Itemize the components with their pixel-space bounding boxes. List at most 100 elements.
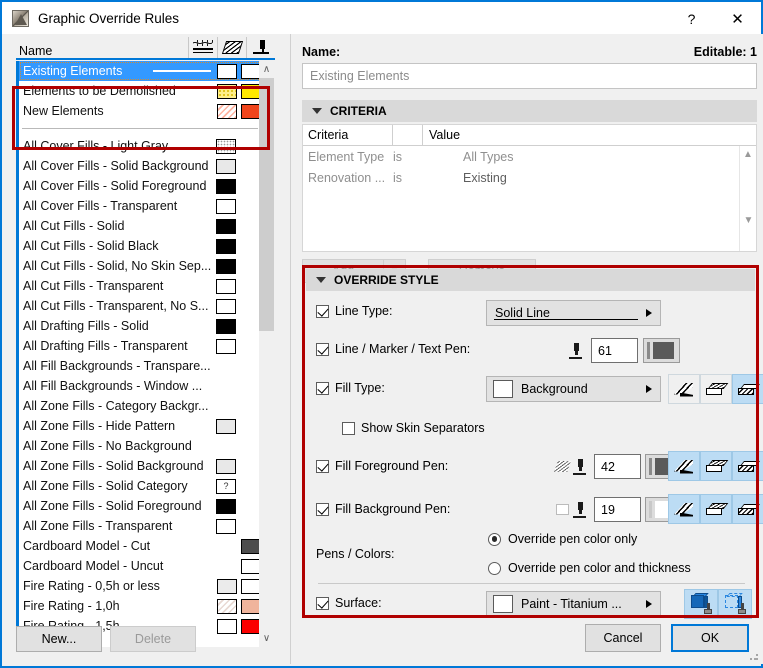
fill-type-dropdown[interactable]: Background [486, 376, 661, 402]
column-header-line-types[interactable] [188, 37, 217, 58]
rule-swatch[interactable] [216, 218, 236, 234]
rule-list-item[interactable]: Elements to be Demolished [19, 81, 264, 101]
rule-swatch[interactable] [217, 103, 237, 119]
rule-list-item[interactable]: All Cut Fills - Solid [19, 216, 264, 236]
rule-list-item[interactable]: All Zone Fills - Category Backgr... [19, 396, 264, 416]
rule-list-item[interactable]: All Cut Fills - Transparent [19, 276, 264, 296]
rule-swatch[interactable] [216, 458, 236, 474]
rule-swatch[interactable] [217, 578, 237, 594]
rule-swatch[interactable] [241, 103, 261, 119]
rule-swatch[interactable] [216, 238, 236, 254]
fill-type-checkbox[interactable] [316, 381, 329, 395]
rule-list-item[interactable]: All Zone Fills - Solid Background [19, 456, 264, 476]
column-header-pen[interactable] [246, 37, 275, 58]
resize-grip[interactable] [749, 651, 759, 661]
criteria-row[interactable]: Element Type is All Types [303, 146, 756, 167]
rule-swatch[interactable] [241, 558, 261, 574]
rule-list-item[interactable]: Existing Elements [19, 61, 264, 81]
surface-paint-outline-button[interactable] [718, 589, 752, 619]
rule-name-input[interactable]: Existing Elements [302, 63, 757, 89]
rule-swatch[interactable] [216, 318, 236, 334]
override-pen-color-only-radio[interactable] [488, 532, 501, 546]
criteria-row[interactable]: Renovation ... is Existing [303, 167, 756, 188]
rule-list-item[interactable]: All Drafting Fills - Solid [19, 316, 264, 336]
line-type-checkbox[interactable] [316, 304, 329, 318]
rule-list-item[interactable]: All Cut Fills - Transparent, No S... [19, 296, 264, 316]
fill-type-cover-button[interactable] [700, 374, 732, 404]
rule-list-item[interactable]: New Elements [19, 101, 264, 121]
line-pen-checkbox[interactable] [316, 342, 329, 356]
delete-button[interactable]: Delete [110, 626, 196, 652]
surface-dropdown[interactable]: Paint - Titanium ... [486, 591, 661, 617]
rule-list-item[interactable]: Cardboard Model - Cut [19, 536, 264, 556]
rule-list-item[interactable]: All Zone Fills - Hide Pattern [19, 416, 264, 436]
line-pen-color-swatch[interactable] [643, 338, 680, 363]
column-header-fills[interactable] [217, 37, 246, 58]
help-icon[interactable]: ? [669, 2, 714, 36]
rule-list-item[interactable]: All Zone Fills - Solid Foreground [19, 496, 264, 516]
rule-list-item[interactable]: All Drafting Fills - Transparent [19, 336, 264, 356]
pens-colors-option-0[interactable]: Override pen color only [488, 532, 637, 546]
line-pen-number-input[interactable]: 61 [591, 338, 638, 363]
override-pen-color-thickness-radio[interactable] [488, 561, 501, 575]
rule-swatch[interactable] [217, 618, 237, 634]
line-type-dropdown[interactable]: Solid Line [486, 300, 661, 326]
override-style-header[interactable]: OVERRIDE STYLE [306, 269, 755, 291]
rules-list[interactable]: Existing Elements Elements to be Demolish… [16, 61, 264, 647]
rule-list-item[interactable]: All Zone Fills - Transparent [19, 516, 264, 536]
rule-list-item[interactable]: All Cut Fills - Solid Black [19, 236, 264, 256]
fill-background-cover-button[interactable] [700, 494, 732, 524]
rule-list-item[interactable]: All Fill Backgrounds - Transpare... [19, 356, 264, 376]
rule-swatch[interactable] [217, 63, 237, 79]
scroll-down-icon[interactable]: ∨ [259, 630, 274, 647]
criteria-scroll-down-icon[interactable]: ▼ [740, 212, 757, 229]
close-icon[interactable]: ✕ [714, 2, 761, 36]
show-skin-separators-row[interactable]: Show Skin Separators [342, 421, 485, 435]
rule-list-item[interactable]: All Fill Backgrounds - Window ... [19, 376, 264, 396]
fill-foreground-cover-button[interactable] [700, 451, 732, 481]
cancel-button[interactable]: Cancel [585, 624, 661, 652]
new-button[interactable]: New... [16, 626, 102, 652]
criteria-table[interactable]: Criteria Value Element Type is All Types… [302, 124, 757, 252]
rule-swatch[interactable]: ? [216, 478, 236, 494]
rule-list-item[interactable]: Fire Rating - 1,0h [19, 596, 264, 616]
rule-swatch[interactable] [216, 498, 236, 514]
fill-foreground-cut-button[interactable] [668, 451, 700, 481]
rule-list-item[interactable]: Fire Rating - 0,5h or less [19, 576, 264, 596]
rule-swatch[interactable] [217, 598, 237, 614]
rule-swatch[interactable] [241, 618, 261, 634]
fill-type-drafting-button[interactable] [732, 374, 763, 404]
rule-list-item[interactable]: All Cut Fills - Solid, No Skin Sep... [19, 256, 264, 276]
rule-swatch[interactable] [216, 298, 236, 314]
fill-foreground-drafting-button[interactable] [732, 451, 763, 481]
rule-swatch[interactable] [216, 338, 236, 354]
ok-button[interactable]: OK [671, 624, 749, 652]
rule-swatch[interactable] [216, 158, 236, 174]
pens-colors-option-1[interactable]: Override pen color and thickness [488, 561, 691, 575]
rule-swatch[interactable] [241, 83, 261, 99]
show-skin-separators-checkbox[interactable] [342, 421, 355, 435]
rule-swatch[interactable] [216, 198, 236, 214]
rule-swatch[interactable] [216, 258, 236, 274]
scroll-up-icon[interactable]: ∧ [259, 61, 274, 78]
rule-swatch[interactable] [216, 138, 236, 154]
criteria-scrollbar[interactable]: ▲ ▼ [739, 146, 756, 251]
fill-background-drafting-button[interactable] [732, 494, 763, 524]
fill-type-cut-button[interactable] [668, 374, 700, 404]
rules-list-scrollbar[interactable]: ∧ ∨ [259, 61, 274, 647]
rule-list-item[interactable]: All Cover Fills - Light Gray [19, 136, 264, 156]
rule-swatch[interactable] [217, 83, 237, 99]
surface-paint-solid-button[interactable] [684, 589, 718, 619]
rule-list-item[interactable]: All Zone Fills - No Background [19, 436, 264, 456]
rule-swatch[interactable] [216, 418, 236, 434]
fill-foreground-pen-checkbox[interactable] [316, 459, 329, 473]
surface-checkbox[interactable] [316, 596, 329, 610]
rule-list-item[interactable]: All Zone Fills - Solid Category? [19, 476, 264, 496]
fill-background-pen-number-input[interactable]: 19 [594, 497, 641, 522]
scrollbar-thumb[interactable] [259, 78, 274, 331]
rule-swatch[interactable] [216, 178, 236, 194]
rule-swatch[interactable] [241, 598, 261, 614]
fill-foreground-pen-number-input[interactable]: 42 [594, 454, 641, 479]
criteria-section-header[interactable]: CRITERIA [302, 100, 757, 122]
rule-list-item[interactable]: All Cover Fills - Transparent [19, 196, 264, 216]
